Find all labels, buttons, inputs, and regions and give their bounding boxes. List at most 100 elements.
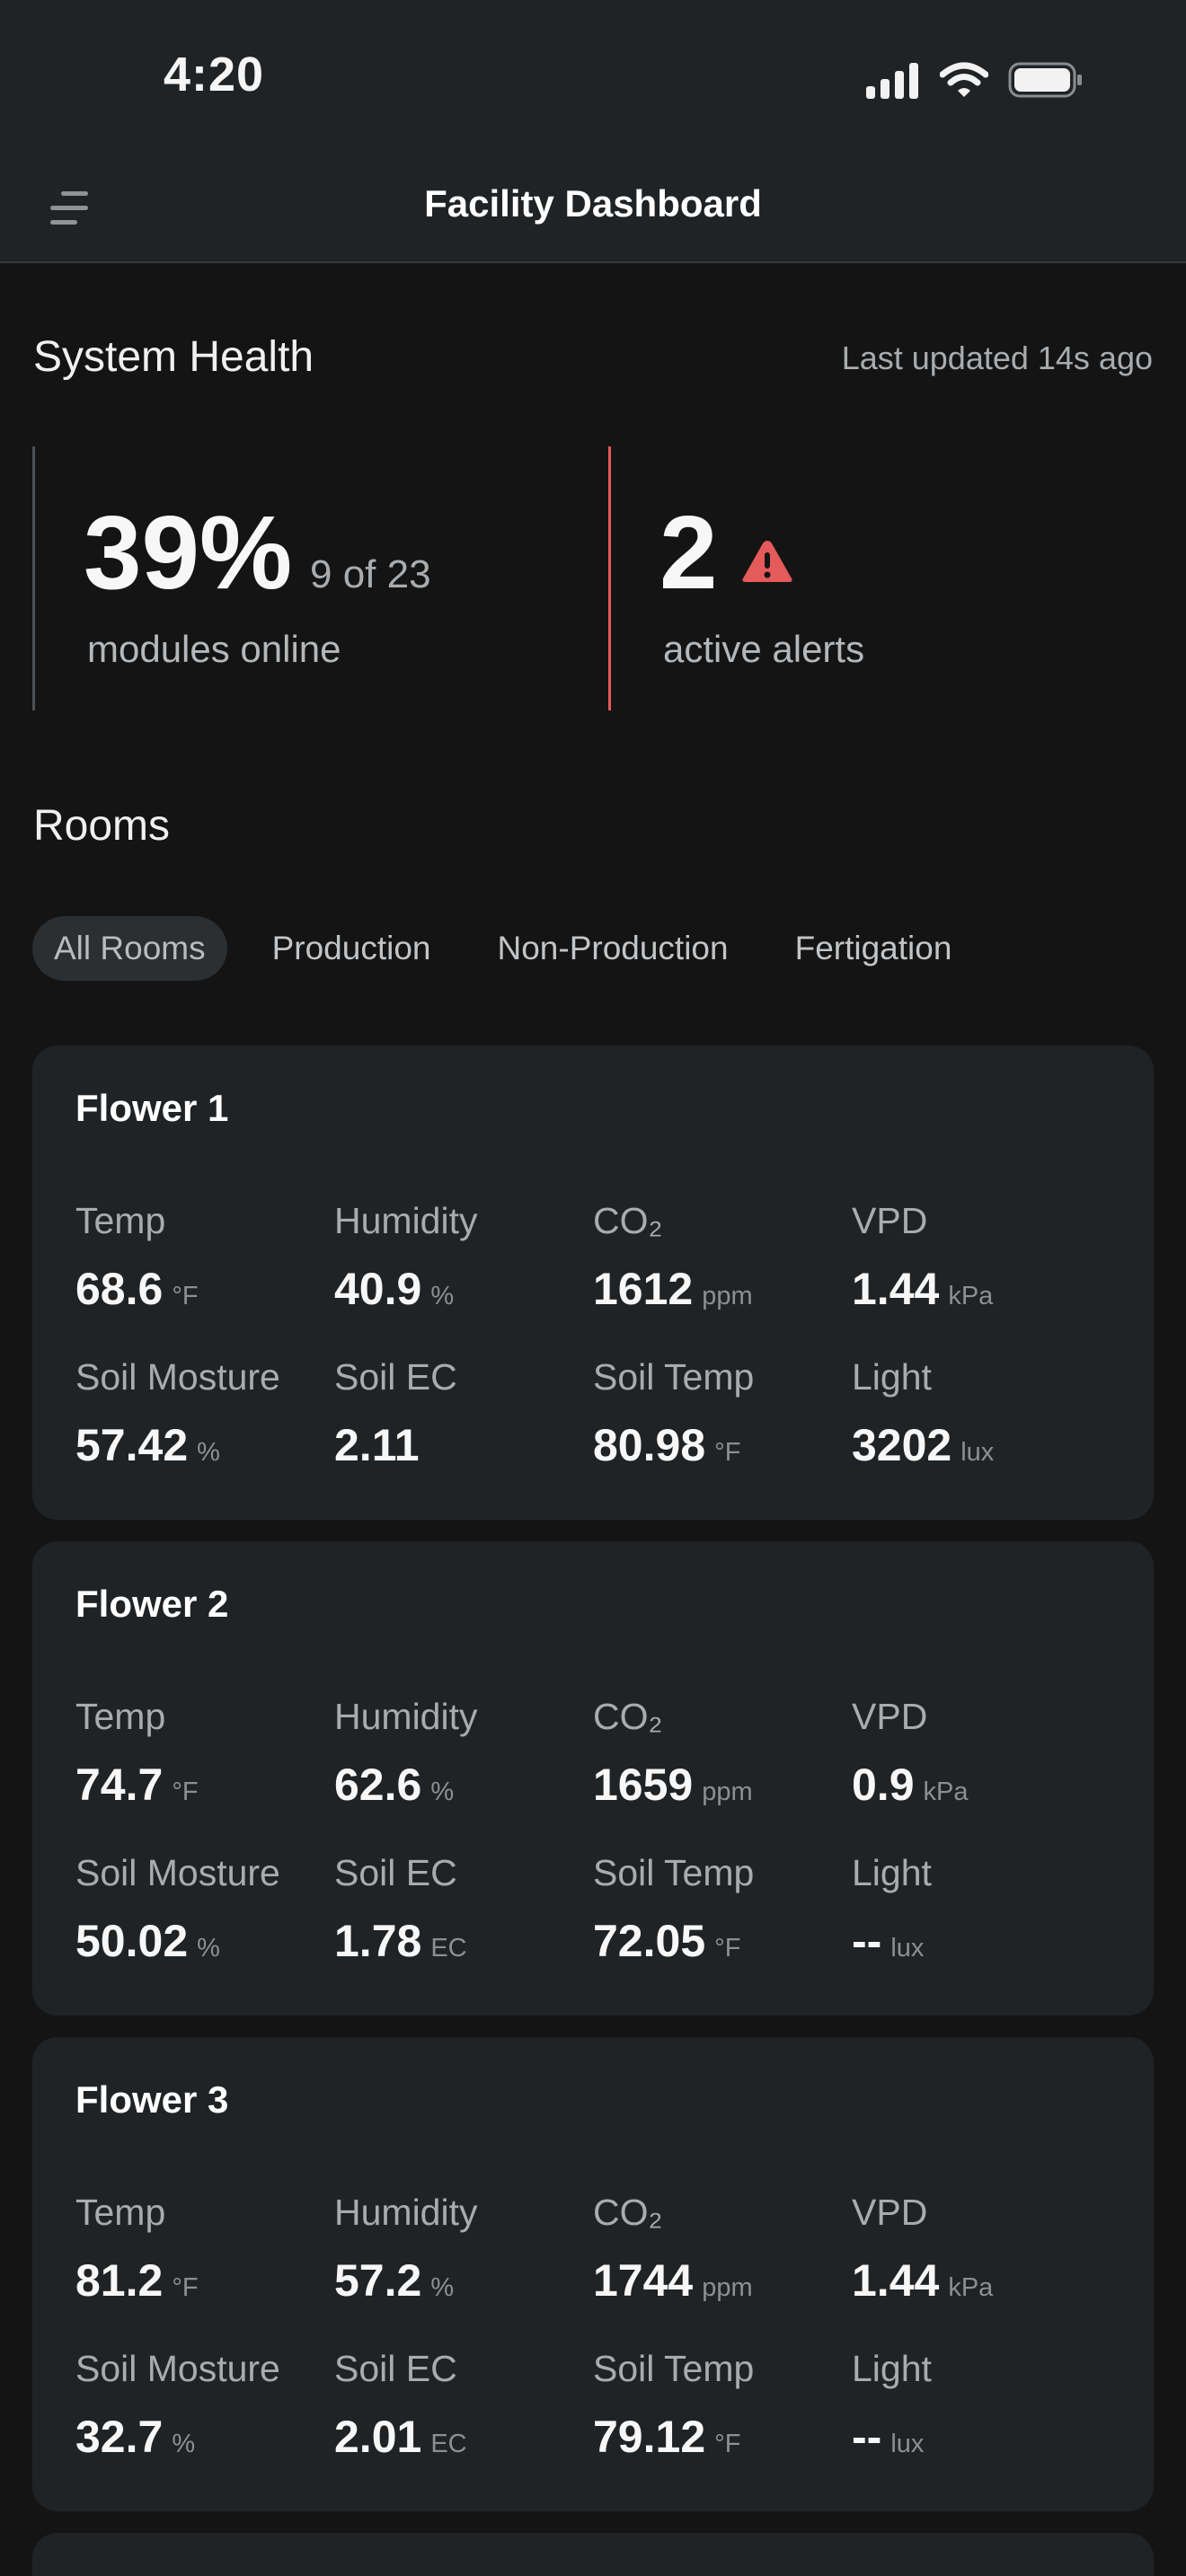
metric-label: Light <box>852 1852 932 1893</box>
active-alerts-metric[interactable]: 2 active alerts <box>608 446 1147 710</box>
tab-all-rooms[interactable]: All Rooms <box>32 916 227 981</box>
last-updated-text: Last updated 14s ago <box>841 340 1153 376</box>
status-time: 4:20 <box>164 48 265 101</box>
metric-label: Soil EC <box>334 1852 457 1893</box>
metric-value: 32.7 <box>75 2412 164 2462</box>
battery-icon <box>1008 62 1082 98</box>
metric-value-group: 62.6% <box>334 1759 454 1811</box>
metric-label: Soil EC <box>334 2348 457 2389</box>
metric-value: 40.9 <box>334 1264 422 1314</box>
metric-value: 81.2 <box>75 2255 164 2306</box>
metric-value-group: 74.7 °F <box>75 1759 199 1811</box>
metric-unit: °F <box>714 2430 741 2458</box>
metric-value-group: 57.42% <box>75 1419 220 1471</box>
metric-value-group: 3202 lux <box>852 1419 994 1471</box>
metric-unit: °F <box>172 1778 199 1806</box>
metric-unit: kPa <box>923 1778 969 1806</box>
metric-label: Soil Mosture <box>75 2348 280 2389</box>
room-filter-tabs: All Rooms Production Non-Production Fert… <box>32 916 996 981</box>
metric-label: Temp <box>75 1200 166 1241</box>
metric-value-group: 1659 ppm <box>593 1759 753 1811</box>
room-card[interactable]: Flower 1 Temp 68.6 °F Humidity 40.9% CO₂ 1612 pp… <box>32 1045 1154 1520</box>
metric-value: 50.02 <box>75 1916 189 1966</box>
metric-unit: % <box>430 1778 455 1806</box>
metric-value: 80.98 <box>593 1420 706 1470</box>
metric-value-group: 2.11 <box>334 1419 420 1471</box>
room-card[interactable]: Flower 3 Temp 81.2 °F Humidity 57.2% CO₂ 1744 pp… <box>32 2037 1154 2511</box>
room-card[interactable]: Flower 2 Temp 74.7 °F Humidity 62.6% CO₂ 1659 pp… <box>32 1541 1154 2016</box>
metric-unit: °F <box>172 2273 199 2302</box>
metric-value: 1.78 <box>334 1916 422 1966</box>
tab-production[interactable]: Production <box>251 916 453 981</box>
metric-value: 72.05 <box>593 1916 706 1966</box>
metric-value-group: 32.7% <box>75 2411 195 2463</box>
metric-value: 1.44 <box>852 1264 940 1314</box>
metric-unit: % <box>430 2273 455 2302</box>
metric-unit: ppm <box>702 1778 753 1806</box>
metric-value: 1744 <box>593 2255 694 2306</box>
nav-bar: Facility Dashboard <box>0 157 1186 263</box>
metric-label: VPD <box>852 1200 928 1241</box>
modules-caption: modules online <box>87 628 341 670</box>
metric-unit: ppm <box>702 1282 753 1310</box>
metric-value: 57.2 <box>334 2255 422 2306</box>
metric-unit: °F <box>714 1934 741 1963</box>
metric-unit: % <box>172 2430 196 2458</box>
metric-unit: °F <box>714 1438 741 1467</box>
room-name: Flower 1 <box>75 1087 229 1129</box>
metric-value: 57.42 <box>75 1420 189 1470</box>
metric-value-group: 0.9 kPa <box>852 1759 969 1811</box>
room-card-partial[interactable] <box>32 2533 1154 2576</box>
metric-value-group: 68.6 °F <box>75 1263 199 1315</box>
tab-non-production[interactable]: Non-Production <box>476 916 750 981</box>
metric-label: CO₂ <box>593 1200 663 1241</box>
signal-icon <box>866 63 918 99</box>
metric-value-group: 1.44 kPa <box>852 1263 993 1315</box>
alert-triangle-icon <box>742 541 792 582</box>
metric-value: -- <box>852 1916 882 1966</box>
metric-label: Light <box>852 2348 932 2389</box>
metric-unit: % <box>430 1282 455 1310</box>
metric-value: 2.01 <box>334 2412 422 2462</box>
metric-label: Temp <box>75 2192 166 2233</box>
metric-unit: EC <box>430 1934 467 1963</box>
alerts-count: 2 <box>659 494 718 611</box>
metric-unit: lux <box>890 1934 925 1963</box>
metric-label: Temp <box>75 1696 166 1737</box>
tab-fertigation[interactable]: Fertigation <box>774 916 974 981</box>
metric-value-group: 79.12 °F <box>593 2411 740 2463</box>
metric-value-group: 1.78 EC <box>334 1915 467 1967</box>
metric-value: -- <box>852 2412 882 2462</box>
metric-value-group: 80.98 °F <box>593 1419 740 1471</box>
metric-unit: kPa <box>948 2273 994 2302</box>
metric-value: 1.44 <box>852 2255 940 2306</box>
modules-count: 9 of 23 <box>310 552 431 596</box>
metric-unit: ppm <box>702 2273 753 2302</box>
metric-value-group: 2.01 EC <box>334 2411 467 2463</box>
metric-value: 1612 <box>593 1264 694 1314</box>
metric-value: 74.7 <box>75 1760 164 1810</box>
system-health-title: System Health <box>33 333 314 381</box>
metric-value-group: 1.44 kPa <box>852 2254 993 2307</box>
metric-unit: lux <box>890 2430 925 2458</box>
metric-label: CO₂ <box>593 2192 663 2233</box>
room-name: Flower 3 <box>75 2078 229 2121</box>
metric-unit: kPa <box>948 1282 994 1310</box>
rooms-title: Rooms <box>33 802 171 850</box>
metric-unit: % <box>197 1438 220 1467</box>
metric-value-group: 1744 ppm <box>593 2254 753 2307</box>
metric-value-group: 57.2% <box>334 2254 454 2307</box>
metric-value-group: 72.05 °F <box>593 1915 740 1967</box>
modules-online-metric: 39% 9 of 23 modules online <box>32 446 571 710</box>
metric-label: Soil Mosture <box>75 1852 280 1893</box>
metric-label: Humidity <box>334 1200 478 1241</box>
metric-value: 62.6 <box>334 1760 422 1810</box>
metric-label: Soil Temp <box>593 1356 755 1398</box>
modules-percent: 39% <box>84 494 293 611</box>
alerts-caption: active alerts <box>663 628 865 670</box>
metric-value-group: 81.2 °F <box>75 2254 199 2307</box>
metric-label: Soil Temp <box>593 2348 755 2389</box>
metric-value-group: 40.9% <box>334 1263 454 1315</box>
room-name: Flower 2 <box>75 1583 229 1625</box>
metric-label: Humidity <box>334 2192 478 2233</box>
